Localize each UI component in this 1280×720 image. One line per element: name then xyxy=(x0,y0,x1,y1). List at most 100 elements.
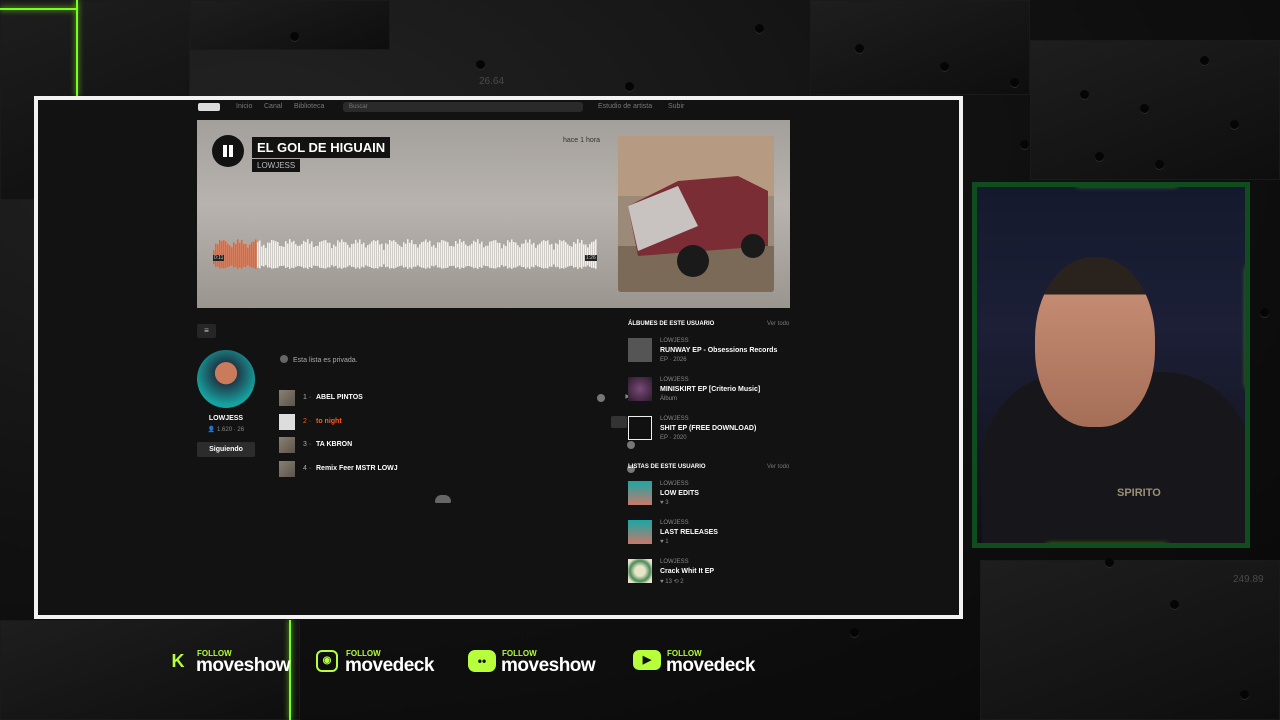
waveform-bar xyxy=(453,246,455,266)
nav-library[interactable]: Biblioteca xyxy=(294,103,324,110)
track-row[interactable]: 3 · TA KBRON xyxy=(279,437,635,453)
albums-view-all-link[interactable]: Ver todo xyxy=(767,321,789,327)
album-sub: EP · 2020 xyxy=(660,435,687,441)
waveform-bar xyxy=(251,242,253,268)
nav-feed[interactable]: Canal xyxy=(264,103,282,110)
queue-icon[interactable] xyxy=(611,416,627,428)
list-item[interactable]: LOWJESS Crack Whit It EP ♥ 13 ⟲ 2 xyxy=(628,559,798,585)
waveform-bar xyxy=(321,241,323,269)
waveform-bar xyxy=(363,242,365,268)
album-art xyxy=(628,338,652,362)
waveform-bar xyxy=(551,243,553,267)
list-art xyxy=(628,520,652,544)
kick-icon: K xyxy=(171,651,185,671)
album-item[interactable]: LOWJESS RUNWAY EP - Obsessions Records E… xyxy=(628,338,798,364)
avatar[interactable] xyxy=(197,350,255,408)
waveform-bar xyxy=(263,244,265,267)
list-artist: LOWJESS xyxy=(660,481,689,487)
waveform-bar xyxy=(419,244,421,267)
track-artist[interactable]: LOWJESS xyxy=(252,159,301,172)
profile-name[interactable]: LOWJESS xyxy=(197,415,255,422)
track-name[interactable]: Remix Feer MSTR LOWJ xyxy=(316,465,398,472)
nav-upload[interactable]: Subir xyxy=(668,103,684,110)
waveform-bar xyxy=(497,242,499,268)
waveform-bar xyxy=(481,241,483,268)
list-sub: ♥ 1 xyxy=(660,539,669,545)
waveform-bar xyxy=(527,242,529,268)
waveform-bar xyxy=(487,245,489,267)
waveform-bar xyxy=(421,242,423,268)
album-item[interactable]: LOWJESS SHIT EP (FREE DOWNLOAD) EP · 202… xyxy=(628,416,798,442)
waveform-bar xyxy=(573,242,575,268)
waveform-bar xyxy=(335,246,337,266)
bg-block xyxy=(190,0,390,50)
list-title[interactable]: LAST RELEASES xyxy=(660,529,718,536)
browser-capture: Inicio Canal Biblioteca Buscar Estudio d… xyxy=(34,96,963,619)
bg-number: 249.89 xyxy=(1233,574,1264,585)
queue-button[interactable]: ≡ xyxy=(197,324,216,338)
waveform-bar xyxy=(259,240,261,269)
nav-artist-studio[interactable]: Estudio de artista xyxy=(598,103,652,110)
streamer-head xyxy=(1035,257,1155,427)
track-name[interactable]: ABEL PINTOS xyxy=(316,394,363,401)
waveform-bar xyxy=(549,244,551,267)
album-title[interactable]: RUNWAY EP - Obsessions Records xyxy=(660,347,777,354)
track-name[interactable]: to night xyxy=(316,418,342,425)
album-item[interactable]: LOWJESS MINISKIRT EP [Criterio Music] Ál… xyxy=(628,377,798,403)
list-art xyxy=(628,559,652,583)
more-icon[interactable] xyxy=(627,441,635,449)
waveform-bar xyxy=(413,244,415,267)
track-row[interactable]: 4 · Remix Feer MSTR LOWJ xyxy=(279,461,635,477)
waveform-bar xyxy=(381,243,383,267)
soundcloud-logo-icon[interactable] xyxy=(198,103,220,111)
list-title[interactable]: LOW EDITS xyxy=(660,490,699,497)
waveform-bar xyxy=(461,242,463,268)
waveform-bar xyxy=(293,240,295,269)
waveform-bar xyxy=(307,239,309,269)
bg-dot xyxy=(855,44,864,53)
list-artist: LOWJESS xyxy=(660,520,689,526)
waveform-bar xyxy=(391,241,393,269)
bg-dot xyxy=(1200,56,1209,65)
track-name[interactable]: TA KBRON xyxy=(316,441,352,448)
more-icon[interactable] xyxy=(597,394,605,402)
lists-view-all-link[interactable]: Ver todo xyxy=(767,464,789,470)
social-handle: movedeck xyxy=(666,655,755,676)
search-input[interactable]: Buscar xyxy=(343,102,583,112)
track-row[interactable]: 2 · to night xyxy=(279,414,627,430)
pause-button[interactable] xyxy=(212,135,244,167)
list-title[interactable]: Crack Whit It EP xyxy=(660,568,714,575)
waveform-bar xyxy=(273,240,275,269)
waveform-bar xyxy=(543,240,545,269)
bg-dot xyxy=(625,82,634,91)
time-total: 1:26 xyxy=(585,255,597,261)
waveform-bar xyxy=(275,241,277,269)
waveform-bar xyxy=(269,242,271,268)
waveform-bar xyxy=(577,239,579,269)
bg-dot xyxy=(1010,78,1019,87)
waveform-bar xyxy=(457,243,459,268)
waveform-bar xyxy=(287,243,289,268)
following-button[interactable]: Siguiendo xyxy=(197,442,255,457)
social-handle: moveshow xyxy=(196,655,291,676)
waveform-bar xyxy=(523,243,525,268)
list-item[interactable]: LOWJESS LAST RELEASES ♥ 1 xyxy=(628,520,798,546)
album-title[interactable]: SHIT EP (FREE DOWNLOAD) xyxy=(660,425,756,432)
album-title[interactable]: MINISKIRT EP [Criterio Music] xyxy=(660,386,760,393)
waveform-bar xyxy=(449,246,451,266)
list-item[interactable]: LOWJESS LOW EDITS ♥ 3 xyxy=(628,481,798,507)
bg-dot xyxy=(1230,120,1239,129)
track-row[interactable]: 1 · ABEL PINTOS ▶ 3 xyxy=(279,390,635,406)
waveform-bar xyxy=(355,239,357,269)
waveform-bar xyxy=(385,243,387,268)
bg-block xyxy=(810,0,1030,95)
soundcloud-cloud-icon xyxy=(435,495,451,503)
waveform[interactable] xyxy=(213,230,597,275)
waveform-bar xyxy=(305,242,307,268)
waveform-bar xyxy=(471,243,473,267)
waveform-bar xyxy=(337,240,339,269)
waveform-bar xyxy=(509,242,511,268)
waveform-bar xyxy=(545,241,547,269)
nav-home[interactable]: Inicio xyxy=(236,103,252,110)
waveform-bar xyxy=(351,243,353,267)
